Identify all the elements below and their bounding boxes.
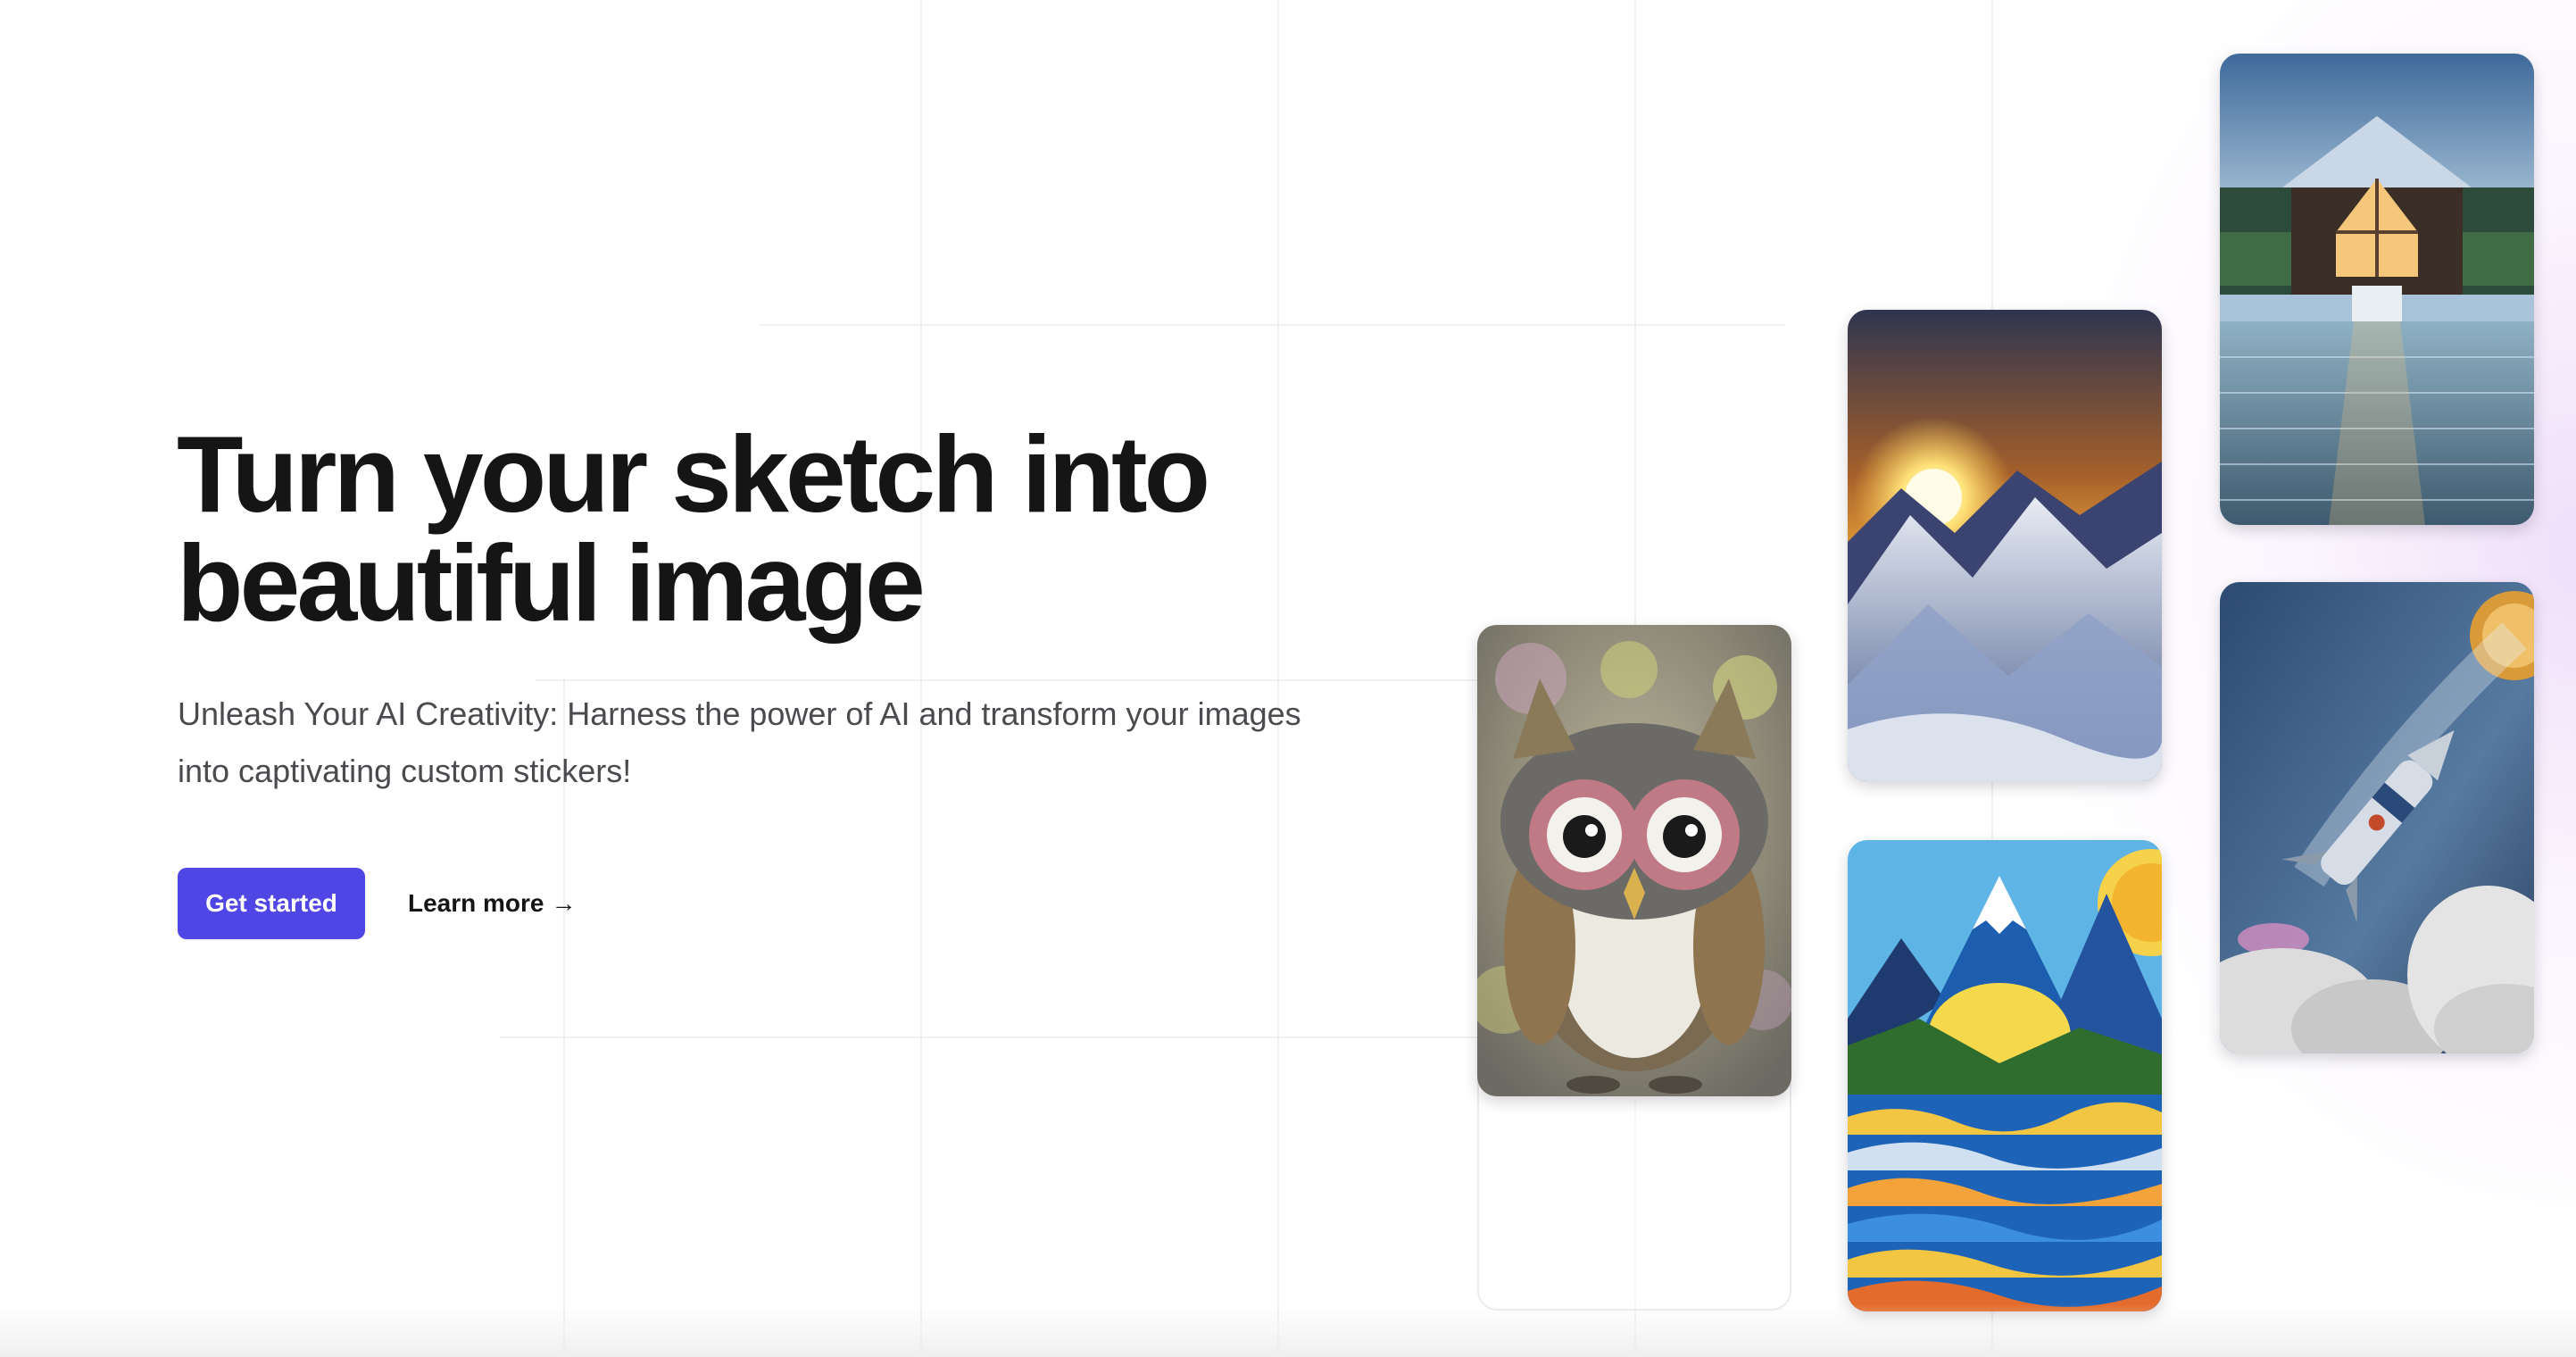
hero-title-line-2: beautiful image	[177, 522, 926, 644]
hero-subtitle: Unleash Your AI Creativity: Harness the …	[178, 686, 1445, 800]
get-started-button[interactable]: Get started	[178, 868, 365, 939]
arrow-right-icon: →	[551, 889, 577, 917]
gallery-image-cabin-on-water	[2220, 54, 2534, 525]
cabin-on-water-illustration	[2220, 54, 2534, 525]
learn-more-link[interactable]: Learn more →	[408, 889, 577, 918]
cta-row: Get started Learn more →	[178, 868, 577, 939]
gallery-image-owl	[1477, 625, 1791, 1096]
learn-more-label: Learn more	[408, 889, 544, 917]
hero-title-line-1: Turn your sketch into	[177, 413, 1210, 535]
hero-title: Turn your sketch into beautiful image	[177, 420, 1516, 637]
gallery-image-mountains-lake	[1848, 840, 2162, 1311]
hero-subtitle-line-1: Unleash Your AI Creativity: Harness the …	[178, 695, 1301, 732]
rocket-launch-illustration	[2220, 582, 2534, 1053]
gallery-image-rocket-launch	[2220, 582, 2534, 1053]
owl-illustration	[1477, 625, 1791, 1096]
mountains-lake-illustration	[1848, 840, 2162, 1311]
landing-page: Turn your sketch into beautiful image Un…	[0, 0, 2576, 1357]
gallery-image-sunset-mountains	[1848, 310, 2162, 781]
hero-subtitle-line-2: into captivating custom stickers!	[178, 753, 632, 789]
sunset-mountains-illustration	[1848, 310, 2162, 781]
background-grid	[500, 0, 1993, 1357]
bottom-fade	[0, 1303, 2576, 1357]
